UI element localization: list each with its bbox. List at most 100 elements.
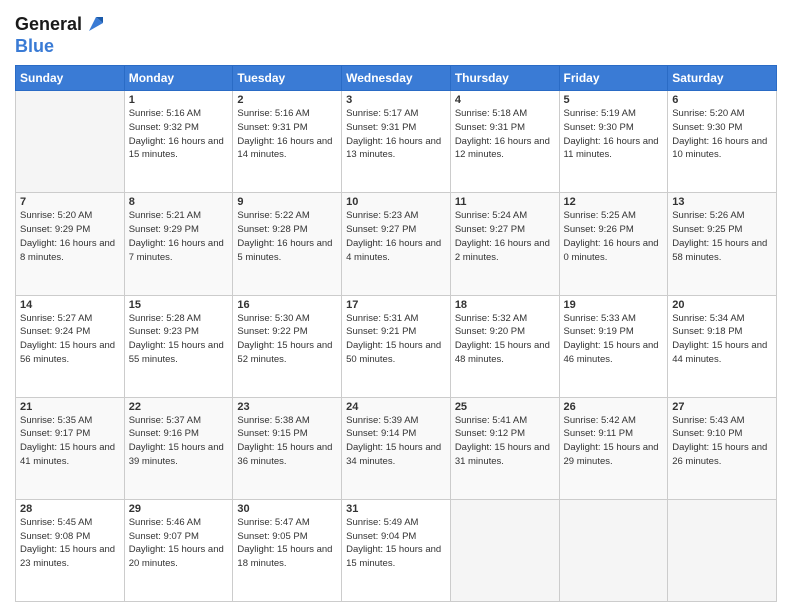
daylight-label: Daylight: 15 hours and 48 minutes. xyxy=(455,340,550,365)
sunset-label: Sunset: 9:23 PM xyxy=(129,326,199,337)
day-number: 8 xyxy=(129,196,229,208)
daylight-label: Daylight: 16 hours and 5 minutes. xyxy=(237,238,332,263)
daylight-label: Daylight: 16 hours and 12 minutes. xyxy=(455,136,550,161)
day-number: 30 xyxy=(237,503,337,515)
sunrise-label: Sunrise: 5:22 AM xyxy=(237,210,309,221)
sunset-label: Sunset: 9:21 PM xyxy=(346,326,416,337)
day-info: Sunrise: 5:25 AM Sunset: 9:26 PM Dayligh… xyxy=(564,209,664,264)
logo-icon xyxy=(85,13,107,35)
day-info: Sunrise: 5:20 AM Sunset: 9:29 PM Dayligh… xyxy=(20,209,120,264)
calendar-week-1: 1 Sunrise: 5:16 AM Sunset: 9:32 PM Dayli… xyxy=(16,91,777,193)
day-number: 25 xyxy=(455,401,555,413)
weekday-header-tuesday: Tuesday xyxy=(233,66,342,91)
sunset-label: Sunset: 9:14 PM xyxy=(346,428,416,439)
day-number: 31 xyxy=(346,503,446,515)
daylight-label: Daylight: 16 hours and 0 minutes. xyxy=(564,238,659,263)
sunrise-label: Sunrise: 5:27 AM xyxy=(20,313,92,324)
calendar-week-2: 7 Sunrise: 5:20 AM Sunset: 9:29 PM Dayli… xyxy=(16,193,777,295)
calendar-cell: 14 Sunrise: 5:27 AM Sunset: 9:24 PM Dayl… xyxy=(16,295,125,397)
calendar-cell: 4 Sunrise: 5:18 AM Sunset: 9:31 PM Dayli… xyxy=(450,91,559,193)
day-number: 27 xyxy=(672,401,772,413)
calendar-cell: 5 Sunrise: 5:19 AM Sunset: 9:30 PM Dayli… xyxy=(559,91,668,193)
sunset-label: Sunset: 9:05 PM xyxy=(237,531,307,542)
day-info: Sunrise: 5:49 AM Sunset: 9:04 PM Dayligh… xyxy=(346,516,446,571)
sunset-label: Sunset: 9:04 PM xyxy=(346,531,416,542)
daylight-label: Daylight: 16 hours and 14 minutes. xyxy=(237,136,332,161)
daylight-label: Daylight: 15 hours and 31 minutes. xyxy=(455,442,550,467)
sunset-label: Sunset: 9:32 PM xyxy=(129,122,199,133)
day-info: Sunrise: 5:32 AM Sunset: 9:20 PM Dayligh… xyxy=(455,312,555,367)
sunset-label: Sunset: 9:28 PM xyxy=(237,224,307,235)
sunrise-label: Sunrise: 5:19 AM xyxy=(564,108,636,119)
sunrise-label: Sunrise: 5:39 AM xyxy=(346,415,418,426)
logo-line1: General xyxy=(15,14,82,36)
sunrise-label: Sunrise: 5:31 AM xyxy=(346,313,418,324)
day-info: Sunrise: 5:37 AM Sunset: 9:16 PM Dayligh… xyxy=(129,414,229,469)
sunset-label: Sunset: 9:16 PM xyxy=(129,428,199,439)
sunrise-label: Sunrise: 5:32 AM xyxy=(455,313,527,324)
calendar-cell: 31 Sunrise: 5:49 AM Sunset: 9:04 PM Dayl… xyxy=(342,499,451,601)
calendar-cell: 17 Sunrise: 5:31 AM Sunset: 9:21 PM Dayl… xyxy=(342,295,451,397)
day-number: 28 xyxy=(20,503,120,515)
sunset-label: Sunset: 9:31 PM xyxy=(455,122,525,133)
day-number: 24 xyxy=(346,401,446,413)
calendar-cell: 28 Sunrise: 5:45 AM Sunset: 9:08 PM Dayl… xyxy=(16,499,125,601)
daylight-label: Daylight: 15 hours and 29 minutes. xyxy=(564,442,659,467)
sunrise-label: Sunrise: 5:42 AM xyxy=(564,415,636,426)
day-number: 2 xyxy=(237,94,337,106)
calendar-cell: 9 Sunrise: 5:22 AM Sunset: 9:28 PM Dayli… xyxy=(233,193,342,295)
sunset-label: Sunset: 9:08 PM xyxy=(20,531,90,542)
sunset-label: Sunset: 9:15 PM xyxy=(237,428,307,439)
sunset-label: Sunset: 9:10 PM xyxy=(672,428,742,439)
day-number: 17 xyxy=(346,299,446,311)
daylight-label: Daylight: 16 hours and 10 minutes. xyxy=(672,136,767,161)
page: General Blue SundayMondayTuesdayWednesda… xyxy=(0,0,792,612)
sunrise-label: Sunrise: 5:20 AM xyxy=(672,108,744,119)
day-info: Sunrise: 5:21 AM Sunset: 9:29 PM Dayligh… xyxy=(129,209,229,264)
sunrise-label: Sunrise: 5:17 AM xyxy=(346,108,418,119)
day-info: Sunrise: 5:16 AM Sunset: 9:32 PM Dayligh… xyxy=(129,107,229,162)
daylight-label: Daylight: 15 hours and 41 minutes. xyxy=(20,442,115,467)
calendar-cell: 16 Sunrise: 5:30 AM Sunset: 9:22 PM Dayl… xyxy=(233,295,342,397)
daylight-label: Daylight: 15 hours and 36 minutes. xyxy=(237,442,332,467)
sunrise-label: Sunrise: 5:24 AM xyxy=(455,210,527,221)
calendar-cell: 29 Sunrise: 5:46 AM Sunset: 9:07 PM Dayl… xyxy=(124,499,233,601)
day-number: 4 xyxy=(455,94,555,106)
day-info: Sunrise: 5:34 AM Sunset: 9:18 PM Dayligh… xyxy=(672,312,772,367)
day-info: Sunrise: 5:28 AM Sunset: 9:23 PM Dayligh… xyxy=(129,312,229,367)
sunset-label: Sunset: 9:07 PM xyxy=(129,531,199,542)
calendar-cell: 8 Sunrise: 5:21 AM Sunset: 9:29 PM Dayli… xyxy=(124,193,233,295)
calendar-cell: 23 Sunrise: 5:38 AM Sunset: 9:15 PM Dayl… xyxy=(233,397,342,499)
weekday-header-saturday: Saturday xyxy=(668,66,777,91)
day-info: Sunrise: 5:19 AM Sunset: 9:30 PM Dayligh… xyxy=(564,107,664,162)
sunset-label: Sunset: 9:31 PM xyxy=(237,122,307,133)
day-info: Sunrise: 5:27 AM Sunset: 9:24 PM Dayligh… xyxy=(20,312,120,367)
day-info: Sunrise: 5:41 AM Sunset: 9:12 PM Dayligh… xyxy=(455,414,555,469)
sunrise-label: Sunrise: 5:28 AM xyxy=(129,313,201,324)
calendar-cell xyxy=(450,499,559,601)
weekday-header-wednesday: Wednesday xyxy=(342,66,451,91)
sunrise-label: Sunrise: 5:16 AM xyxy=(237,108,309,119)
sunrise-label: Sunrise: 5:38 AM xyxy=(237,415,309,426)
sunrise-label: Sunrise: 5:26 AM xyxy=(672,210,744,221)
calendar-cell: 26 Sunrise: 5:42 AM Sunset: 9:11 PM Dayl… xyxy=(559,397,668,499)
day-number: 22 xyxy=(129,401,229,413)
sunset-label: Sunset: 9:11 PM xyxy=(564,428,634,439)
sunset-label: Sunset: 9:29 PM xyxy=(129,224,199,235)
daylight-label: Daylight: 15 hours and 39 minutes. xyxy=(129,442,224,467)
daylight-label: Daylight: 15 hours and 46 minutes. xyxy=(564,340,659,365)
calendar-table: SundayMondayTuesdayWednesdayThursdayFrid… xyxy=(15,65,777,602)
day-number: 16 xyxy=(237,299,337,311)
day-number: 21 xyxy=(20,401,120,413)
weekday-header-monday: Monday xyxy=(124,66,233,91)
sunrise-label: Sunrise: 5:47 AM xyxy=(237,517,309,528)
calendar-cell: 11 Sunrise: 5:24 AM Sunset: 9:27 PM Dayl… xyxy=(450,193,559,295)
sunrise-label: Sunrise: 5:20 AM xyxy=(20,210,92,221)
calendar-cell: 19 Sunrise: 5:33 AM Sunset: 9:19 PM Dayl… xyxy=(559,295,668,397)
day-number: 26 xyxy=(564,401,664,413)
calendar-cell: 20 Sunrise: 5:34 AM Sunset: 9:18 PM Dayl… xyxy=(668,295,777,397)
sunset-label: Sunset: 9:24 PM xyxy=(20,326,90,337)
sunset-label: Sunset: 9:20 PM xyxy=(455,326,525,337)
day-number: 18 xyxy=(455,299,555,311)
sunrise-label: Sunrise: 5:25 AM xyxy=(564,210,636,221)
